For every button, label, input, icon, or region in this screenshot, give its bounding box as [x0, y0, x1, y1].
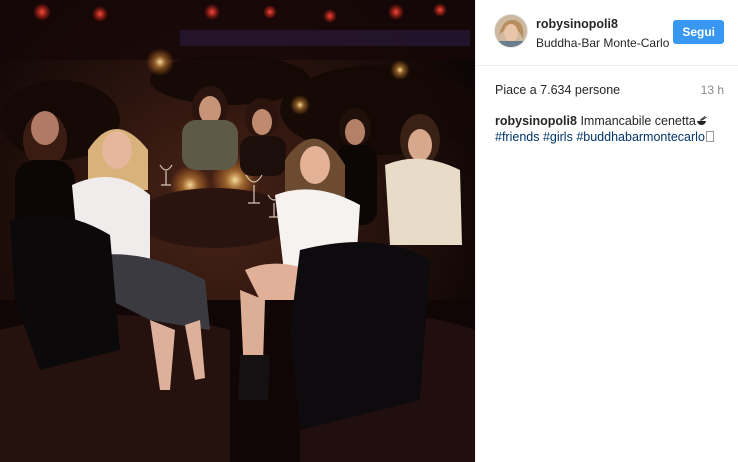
post-time[interactable]: 13 h [701, 83, 724, 97]
missing-glyph-icon [705, 131, 714, 142]
instagram-post: robysinopoli8 Buddha-Bar Monte-Carlo Seg… [0, 0, 738, 462]
bowl-with-chopsticks-icon [696, 114, 707, 125]
post-sidebar: robysinopoli8 Buddha-Bar Monte-Carlo Seg… [475, 0, 738, 462]
photo-illustration [0, 0, 475, 462]
avatar[interactable] [494, 14, 528, 48]
post-header: robysinopoli8 Buddha-Bar Monte-Carlo Seg… [476, 0, 738, 66]
likes-count[interactable]: Piace a 7.634 persone [495, 83, 620, 97]
avatar-image [495, 15, 527, 47]
hashtag-link[interactable]: #friends [495, 130, 539, 144]
hashtag-link[interactable]: #buddhabarmontecarlo [576, 130, 705, 144]
caption-hashtags: #friends #girls #buddhabarmontecarlo [495, 130, 705, 144]
hashtag-link[interactable]: #girls [543, 130, 573, 144]
likes-row: Piace a 7.634 persone 13 h [495, 82, 724, 100]
post-photo[interactable] [0, 0, 475, 462]
post-username[interactable]: robysinopoli8 [536, 17, 618, 31]
post-location[interactable]: Buddha-Bar Monte-Carlo [536, 36, 669, 50]
post-caption: robysinopoli8 Immancabile cenetta #frien… [495, 113, 724, 145]
caption-text: Immancabile cenetta [580, 114, 696, 128]
caption-username[interactable]: robysinopoli8 [495, 114, 577, 128]
follow-button[interactable]: Segui [673, 20, 724, 44]
